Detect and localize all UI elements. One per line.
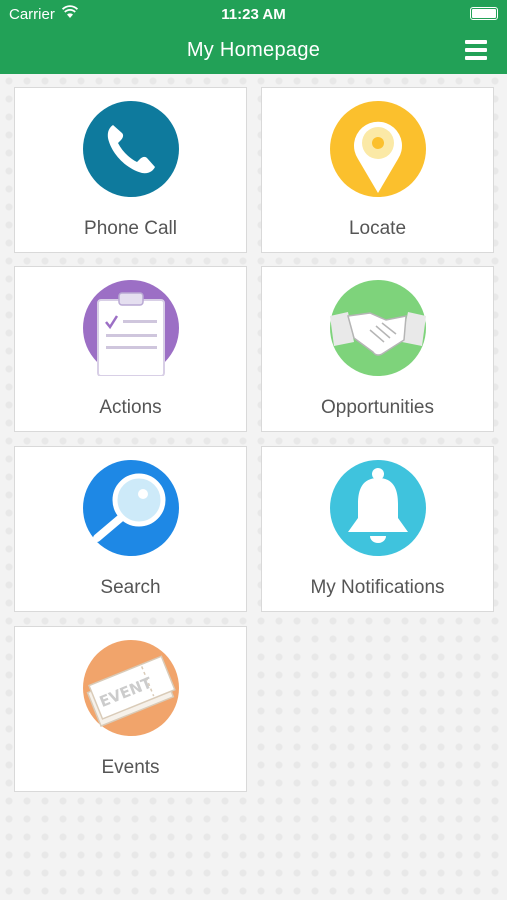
page-title: My Homepage — [186, 39, 321, 61]
tile-my-notifications[interactable]: My Notifications — [261, 446, 494, 612]
tile-search[interactable]: Search — [14, 446, 247, 612]
magnifier-icon — [83, 460, 179, 556]
tile-label: Search — [100, 577, 161, 598]
tile-actions[interactable]: Actions — [14, 266, 247, 432]
handshake-icon — [330, 280, 426, 376]
phone-icon — [83, 101, 179, 197]
top-bar: Carrier 11:23 AM My Homepage — [0, 0, 507, 74]
tile-label: Opportunities — [320, 397, 434, 418]
tile-locate[interactable]: Locate — [261, 87, 494, 253]
clipboard-checklist-icon — [83, 280, 179, 376]
bell-icon — [330, 460, 426, 556]
tile-label: Phone Call — [84, 218, 177, 239]
tile-events[interactable]: EVENT Events — [14, 626, 247, 792]
status-bar: Carrier 11:23 AM — [0, 0, 507, 28]
event-ticket-icon: EVENT — [83, 640, 179, 736]
status-time: 11:23 AM — [221, 6, 286, 23]
navigation-bar: My Homepage — [0, 28, 507, 74]
tile-label: Events — [101, 757, 160, 778]
location-pin-icon — [330, 101, 426, 197]
hamburger-menu-icon[interactable] — [465, 40, 487, 60]
tile-phone-call[interactable]: Phone Call — [14, 87, 247, 253]
tile-opportunities[interactable]: Opportunities — [261, 266, 494, 432]
battery-icon — [470, 7, 498, 20]
tile-label: Actions — [99, 397, 162, 418]
tile-label: My Notifications — [310, 577, 445, 598]
tile-label: Locate — [348, 218, 407, 239]
